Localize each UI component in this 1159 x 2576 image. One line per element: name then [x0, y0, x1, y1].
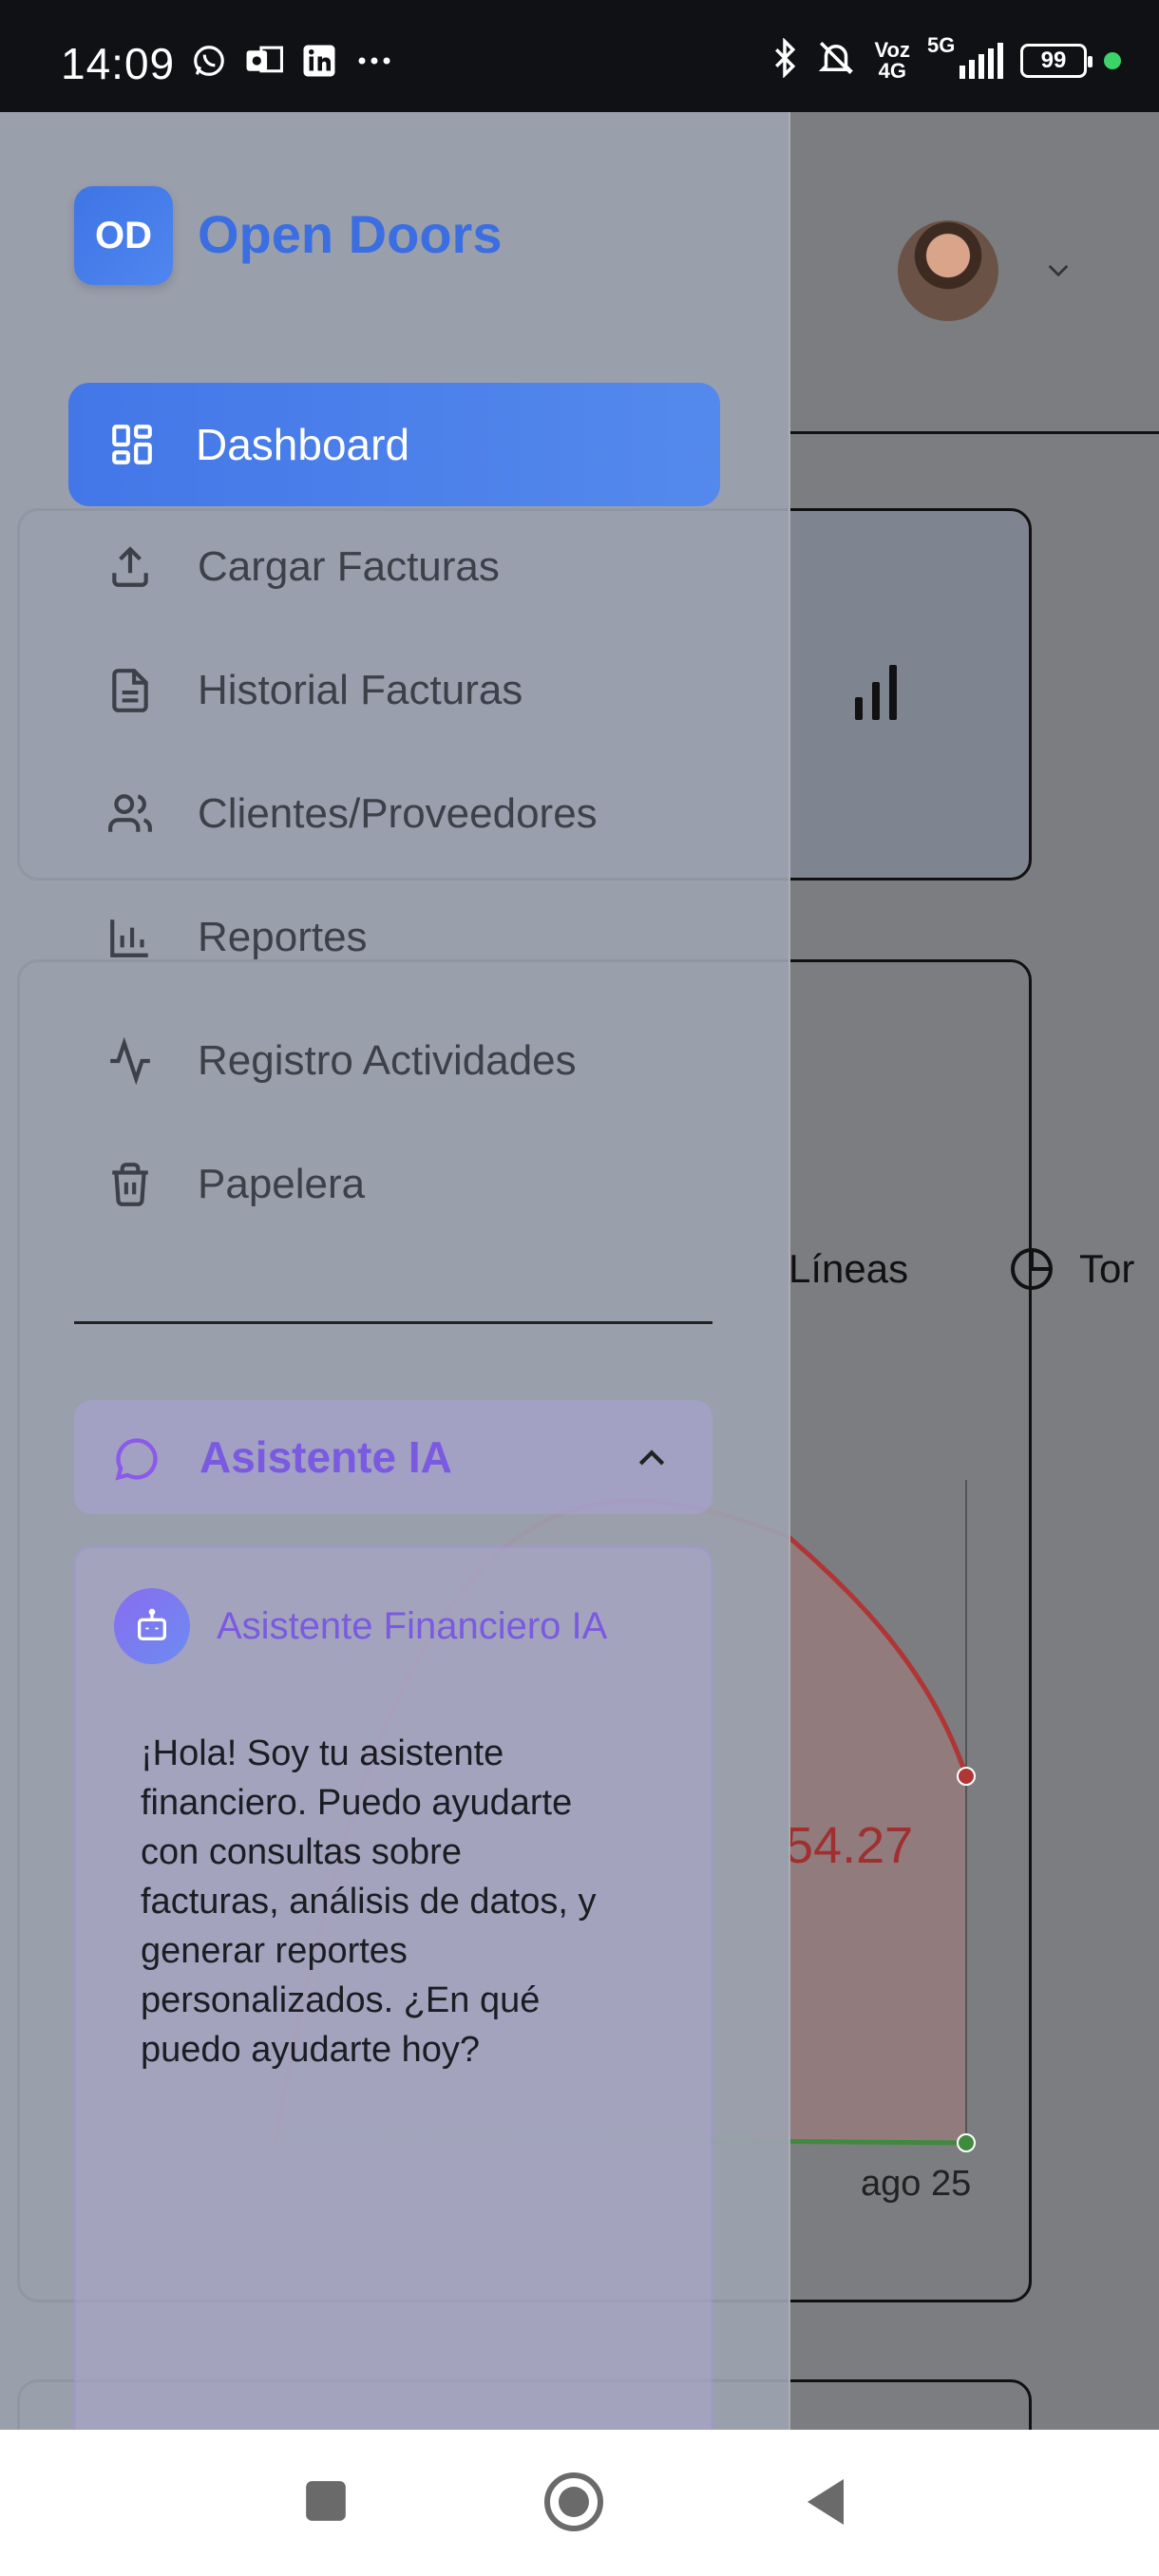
mute-icon — [814, 38, 858, 83]
home-button[interactable] — [543, 2472, 604, 2537]
sidebar-item-clientes-proveedores[interactable]: Clientes/Proveedores — [104, 788, 598, 840]
privacy-dot — [1104, 51, 1121, 69]
sidebar-item-label: Dashboard — [196, 420, 410, 469]
upload-icon — [104, 541, 156, 593]
assistant-panel-title: Asistente Financiero IA — [217, 1605, 608, 1647]
recents-button[interactable] — [302, 2477, 350, 2529]
sidebar-divider — [74, 1321, 712, 1324]
expense-point — [957, 1767, 976, 1786]
logo: OD — [74, 186, 173, 285]
five-g-label: 5G — [927, 32, 956, 57]
sidebar-item-reportes[interactable]: Reportes — [104, 912, 368, 963]
assistant-section-toggle[interactable]: Asistente IA — [74, 1400, 712, 1514]
network-type: Voz 4G — [874, 37, 910, 83]
battery-indicator: 99 — [1020, 43, 1092, 78]
assistant-panel: Asistente Financiero IA ¡Hola! Soy tu as… — [74, 1546, 712, 2430]
sidebar-item-registro-actividades[interactable]: Registro Actividades — [104, 1035, 577, 1087]
signal-icon: 5G — [927, 34, 1003, 79]
chat-icon — [112, 1434, 162, 1488]
assistant-section-label: Asistente IA — [200, 1432, 452, 1482]
status-bar: 14:09 Voz 4G 5G 99 — [0, 0, 1159, 112]
bar-chart-icon — [104, 912, 156, 963]
sidebar-item-cargar-facturas[interactable]: Cargar Facturas — [104, 541, 500, 593]
sidebar-item-label: Papelera — [198, 1161, 366, 1207]
sidebar-item-dashboard[interactable]: Dashboard — [68, 383, 720, 506]
status-time: 14:09 — [61, 39, 176, 88]
expense-value: 54.27 — [785, 1817, 914, 1874]
sidebar-item-label: Clientes/Proveedores — [198, 790, 598, 837]
notification-icons — [190, 42, 393, 80]
sidebar-item-label: Historial Facturas — [198, 667, 523, 713]
x-tick-last: ago 25 — [861, 2164, 972, 2204]
linkedin-icon — [300, 42, 338, 80]
sidebar-item-label: Reportes — [198, 914, 368, 960]
chevron-up-icon — [633, 1440, 671, 1483]
trash-icon — [104, 1159, 156, 1210]
bot-icon — [114, 1588, 190, 1664]
assistant-message: ¡Hola! Soy tu asistente financiero. Pued… — [141, 1733, 597, 2070]
sidebar-item-label: Cargar Facturas — [198, 543, 500, 590]
back-button[interactable] — [802, 2475, 847, 2533]
grid-icon — [106, 419, 158, 470]
activity-icon — [104, 1035, 156, 1087]
system-nav-bar — [0, 2430, 1159, 2576]
bluetooth-icon — [772, 37, 797, 83]
income-point — [957, 2133, 976, 2152]
sidebar-item-historial-facturas[interactable]: Historial Facturas — [104, 665, 522, 716]
outlook-icon — [245, 42, 283, 80]
users-icon — [104, 788, 156, 840]
sidebar-item-label: Registro Actividades — [198, 1037, 577, 1084]
system-indicators: Voz 4G 5G 99 — [772, 34, 1121, 83]
brand-name[interactable]: Open Doors — [198, 203, 502, 265]
sidebar-item-papelera[interactable]: Papelera — [104, 1159, 365, 1210]
more-icon — [355, 42, 393, 80]
file-icon — [104, 665, 156, 716]
side-drawer: OD Open Doors Dashboard Cargar Facturas … — [0, 112, 790, 2430]
whatsapp-icon — [190, 42, 228, 80]
